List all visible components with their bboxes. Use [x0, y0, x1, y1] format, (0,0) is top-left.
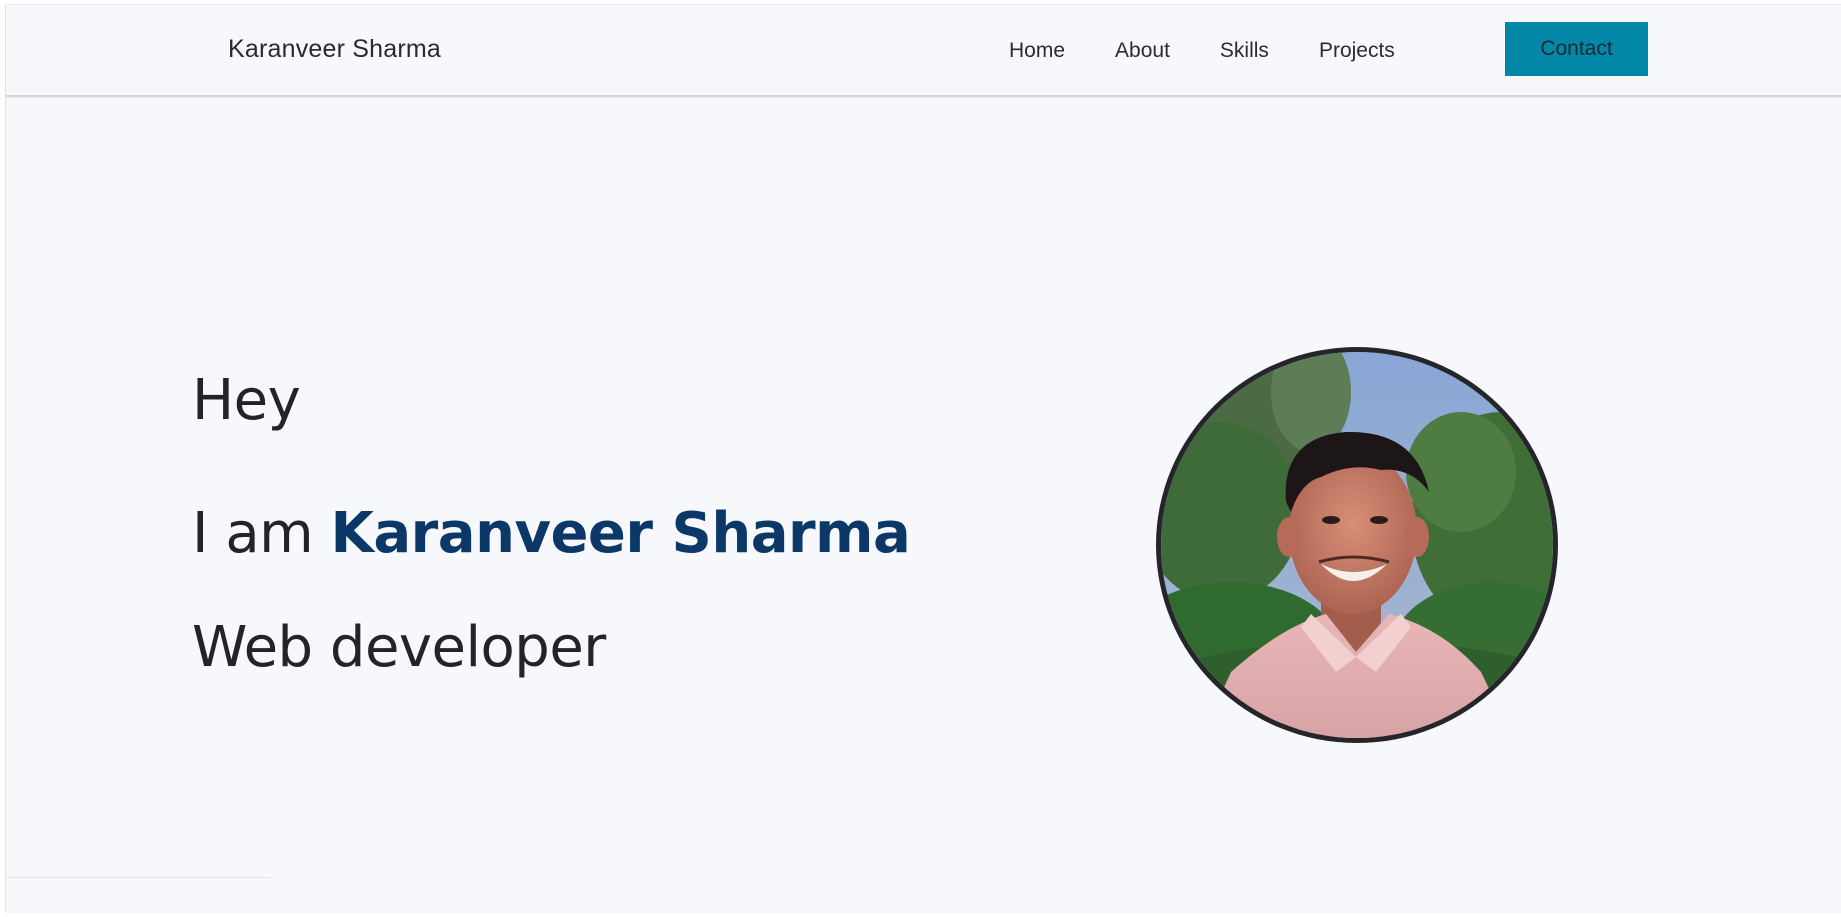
nav-links: Home About Skills Projects [1009, 39, 1395, 63]
contact-button[interactable]: Contact [1505, 22, 1648, 76]
footer-divider [6, 877, 270, 878]
hero-role: Web developer [192, 615, 606, 680]
nav-link-home[interactable]: Home [1009, 39, 1065, 63]
hero-intro: I am Karanveer Sharma [192, 477, 911, 591]
nav-link-about[interactable]: About [1115, 39, 1170, 63]
nav-link-projects[interactable]: Projects [1319, 39, 1395, 63]
page: Karanveer Sharma Home About Skills Proje… [5, 4, 1841, 913]
hero-name: Karanveer Sharma [330, 501, 911, 566]
brand-logo[interactable]: Karanveer Sharma [228, 35, 441, 64]
profile-photo-icon [1161, 352, 1553, 738]
hero-greeting: Hey [192, 368, 301, 433]
hero-intro-prefix: I am [192, 501, 331, 566]
nav-link-skills[interactable]: Skills [1220, 39, 1269, 63]
avatar [1156, 347, 1558, 743]
navbar: Karanveer Sharma Home About Skills Proje… [6, 5, 1841, 97]
hero-section: Hey I am Karanveer Sharma Web developer [192, 363, 911, 705]
